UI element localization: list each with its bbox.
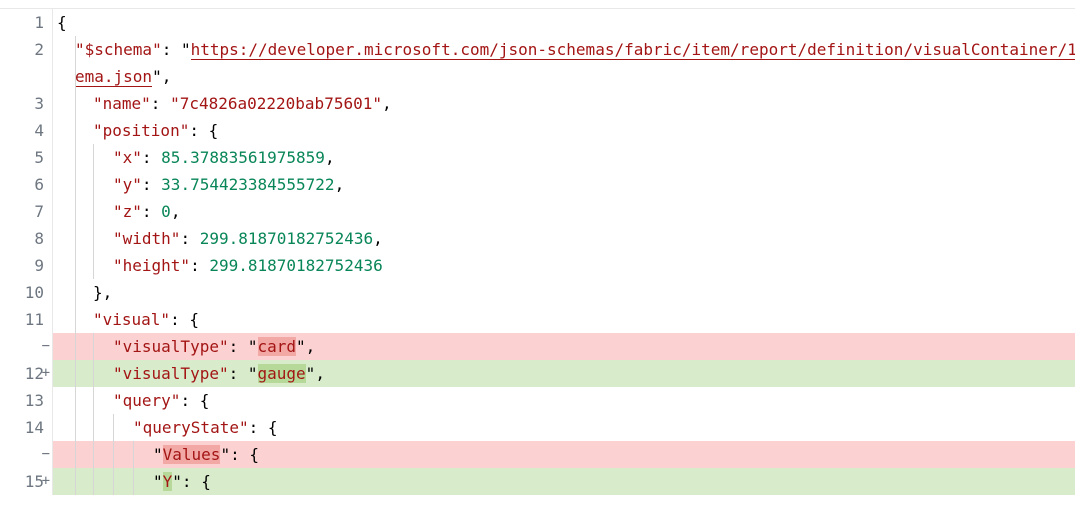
code-content[interactable]: "visualType": "gauge",: [53, 360, 1075, 387]
diff-del-marker: −: [0, 441, 53, 468]
code-content[interactable]: "height": 299.81870182752436: [53, 252, 1075, 279]
line-number: 8: [0, 225, 53, 252]
code-line[interactable]: 3"name": "7c4826a02220bab75601",: [0, 90, 1075, 117]
line-number: 4: [0, 117, 53, 144]
code-line[interactable]: 14"queryState": {: [0, 414, 1075, 441]
code-content[interactable]: "Values": {: [53, 441, 1075, 468]
code-line[interactable]: 1{: [0, 9, 1075, 36]
code-line[interactable]: −"visualType": "card",: [0, 333, 1075, 360]
code-content[interactable]: "width": 299.81870182752436,: [53, 225, 1075, 252]
code-editor[interactable]: 1{2"$schema": "https://developer.microso…: [0, 8, 1075, 495]
line-number: 6: [0, 171, 53, 198]
line-number: 14: [0, 414, 53, 441]
code-content[interactable]: "position": {: [53, 117, 1075, 144]
code-line[interactable]: 8"width": 299.81870182752436,: [0, 225, 1075, 252]
code-line[interactable]: −"Values": {: [0, 441, 1075, 468]
line-number: 10: [0, 279, 53, 306]
diff-add-marker: 12+: [0, 360, 53, 387]
diff-add-marker: 15+: [0, 468, 53, 495]
code-line[interactable]: 4"position": {: [0, 117, 1075, 144]
code-line[interactable]: 15+"Y": {: [0, 468, 1075, 495]
code-line[interactable]: 5"x": 85.37883561975859,: [0, 144, 1075, 171]
code-line[interactable]: 7"z": 0,: [0, 198, 1075, 225]
code-content[interactable]: },: [53, 279, 1075, 306]
code-line[interactable]: 13"query": {: [0, 387, 1075, 414]
code-content[interactable]: {: [53, 9, 1075, 36]
code-content[interactable]: "queryState": {: [53, 414, 1075, 441]
line-number: 13: [0, 387, 53, 414]
code-content[interactable]: "visual": {: [53, 306, 1075, 333]
code-line[interactable]: 2"$schema": "https://developer.microsoft…: [0, 36, 1075, 90]
line-number: 3: [0, 90, 53, 117]
code-content[interactable]: "y": 33.754423384555722,: [53, 171, 1075, 198]
code-content[interactable]: "$schema": "https://developer.microsoft.…: [53, 36, 1075, 90]
code-line[interactable]: 9"height": 299.81870182752436: [0, 252, 1075, 279]
code-content[interactable]: "z": 0,: [53, 198, 1075, 225]
code-content[interactable]: "visualType": "card",: [53, 333, 1075, 360]
diff-del-marker: −: [0, 333, 53, 360]
line-number: 7: [0, 198, 53, 225]
line-number: 11: [0, 306, 53, 333]
code-line[interactable]: 12+"visualType": "gauge",: [0, 360, 1075, 387]
code-line[interactable]: 10},: [0, 279, 1075, 306]
code-content[interactable]: "x": 85.37883561975859,: [53, 144, 1075, 171]
code-line[interactable]: 6"y": 33.754423384555722,: [0, 171, 1075, 198]
line-number: 9: [0, 252, 53, 279]
code-content[interactable]: "query": {: [53, 387, 1075, 414]
line-number: 2: [0, 36, 53, 90]
code-line[interactable]: 11"visual": {: [0, 306, 1075, 333]
code-content[interactable]: "name": "7c4826a02220bab75601",: [53, 90, 1075, 117]
code-content[interactable]: "Y": {: [53, 468, 1075, 495]
line-number: 1: [0, 9, 53, 36]
line-number: 5: [0, 144, 53, 171]
